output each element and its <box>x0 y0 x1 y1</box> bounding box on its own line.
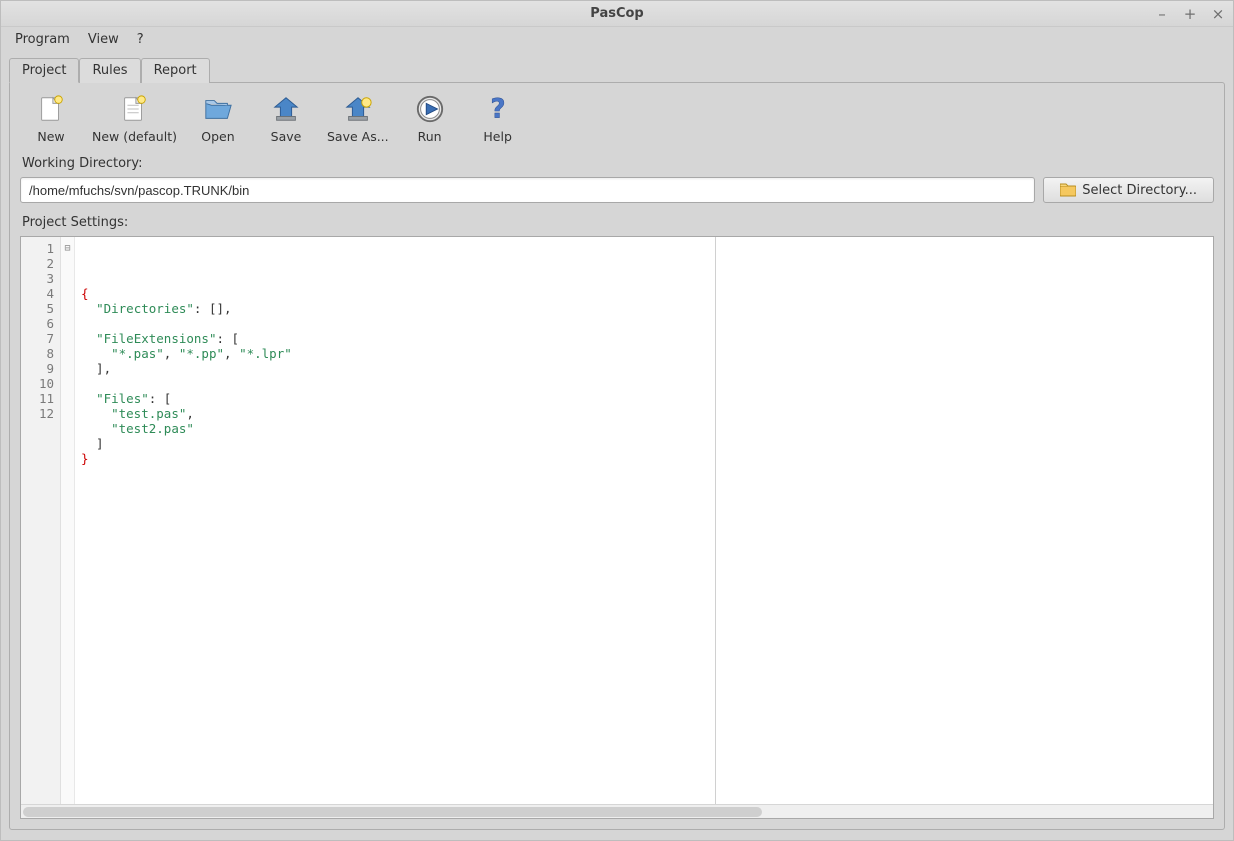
project-settings-label: Project Settings: <box>22 215 1212 230</box>
window-title: PasCop <box>590 6 643 21</box>
titlebar: PasCop – + × <box>1 1 1233 27</box>
help-icon: ? <box>482 93 514 125</box>
toolbar-label: Save As... <box>327 129 389 144</box>
code-area[interactable]: { "Directories": [], "FileExtensions": [… <box>75 237 1213 804</box>
scrollbar-thumb[interactable] <box>23 807 762 817</box>
menu-help[interactable]: ? <box>129 29 152 50</box>
select-directory-button[interactable]: Select Directory... <box>1043 177 1214 203</box>
svg-text:?: ? <box>490 94 505 124</box>
minimize-icon[interactable]: – <box>1153 5 1171 23</box>
window-controls: – + × <box>1153 1 1227 27</box>
toolbar-label: New (default) <box>92 129 177 144</box>
play-icon <box>414 93 446 125</box>
code-line: "Directories": [], <box>81 301 1207 316</box>
code-line: ], <box>81 361 1207 376</box>
save-button[interactable]: Save <box>259 93 313 144</box>
working-directory-row: Select Directory... <box>20 177 1214 203</box>
file-new-default-icon <box>118 93 150 125</box>
horizontal-scrollbar[interactable] <box>21 804 1213 818</box>
toolbar-label: New <box>37 129 64 144</box>
code-line: "test2.pas" <box>81 421 1207 436</box>
working-directory-label: Working Directory: <box>22 156 1212 171</box>
run-button[interactable]: Run <box>403 93 457 144</box>
help-button[interactable]: ? Help <box>471 93 525 144</box>
menu-view[interactable]: View <box>80 29 127 50</box>
editor-body: 1 2 3 4 5 6 7 8 9 10 11 12 ⊟ { "Director… <box>21 237 1213 804</box>
code-line: "Files": [ <box>81 391 1207 406</box>
working-directory-input[interactable] <box>20 177 1035 203</box>
tab-report[interactable]: Report <box>141 58 210 83</box>
maximize-icon[interactable]: + <box>1181 5 1199 23</box>
menubar: Program View ? <box>1 27 1233 51</box>
code-line: { <box>81 286 1207 301</box>
settings-editor[interactable]: 1 2 3 4 5 6 7 8 9 10 11 12 ⊟ { "Director… <box>20 236 1214 819</box>
folder-icon <box>1060 183 1076 197</box>
new-button[interactable]: New <box>24 93 78 144</box>
folder-open-icon <box>202 93 234 125</box>
app-window: PasCop – + × Program View ? Project Rule… <box>0 0 1234 841</box>
save-as-icon <box>342 93 374 125</box>
new-default-button[interactable]: New (default) <box>92 93 177 144</box>
column-guide <box>715 237 716 804</box>
code-line: } <box>81 451 1207 466</box>
line-number-gutter: 1 2 3 4 5 6 7 8 9 10 11 12 <box>21 237 61 804</box>
tabstrip: Project Rules Report <box>9 58 1225 83</box>
save-icon <box>270 93 302 125</box>
toolbar: New New (default) Open <box>20 91 1214 152</box>
toolbar-label: Run <box>418 129 442 144</box>
code-line: "*.pas", "*.pp", "*.lpr" <box>81 346 1207 361</box>
tab-rules[interactable]: Rules <box>79 58 140 83</box>
file-new-icon <box>35 93 67 125</box>
code-line: "test.pas", <box>81 406 1207 421</box>
menu-program[interactable]: Program <box>7 29 78 50</box>
open-button[interactable]: Open <box>191 93 245 144</box>
fold-column: ⊟ <box>61 237 75 804</box>
toolbar-label: Open <box>201 129 234 144</box>
toolbar-label: Save <box>271 129 302 144</box>
toolbar-label: Help <box>483 129 512 144</box>
code-line <box>81 376 1207 391</box>
code-line: "FileExtensions": [ <box>81 331 1207 346</box>
tabpanel-project: New New (default) Open <box>9 82 1225 830</box>
button-label: Select Directory... <box>1082 183 1197 198</box>
code-line: ] <box>81 436 1207 451</box>
close-icon[interactable]: × <box>1209 5 1227 23</box>
save-as-button[interactable]: Save As... <box>327 93 389 144</box>
tab-project[interactable]: Project <box>9 58 79 83</box>
content-area: Project Rules Report New New (default) <box>1 51 1233 840</box>
code-line <box>81 316 1207 331</box>
